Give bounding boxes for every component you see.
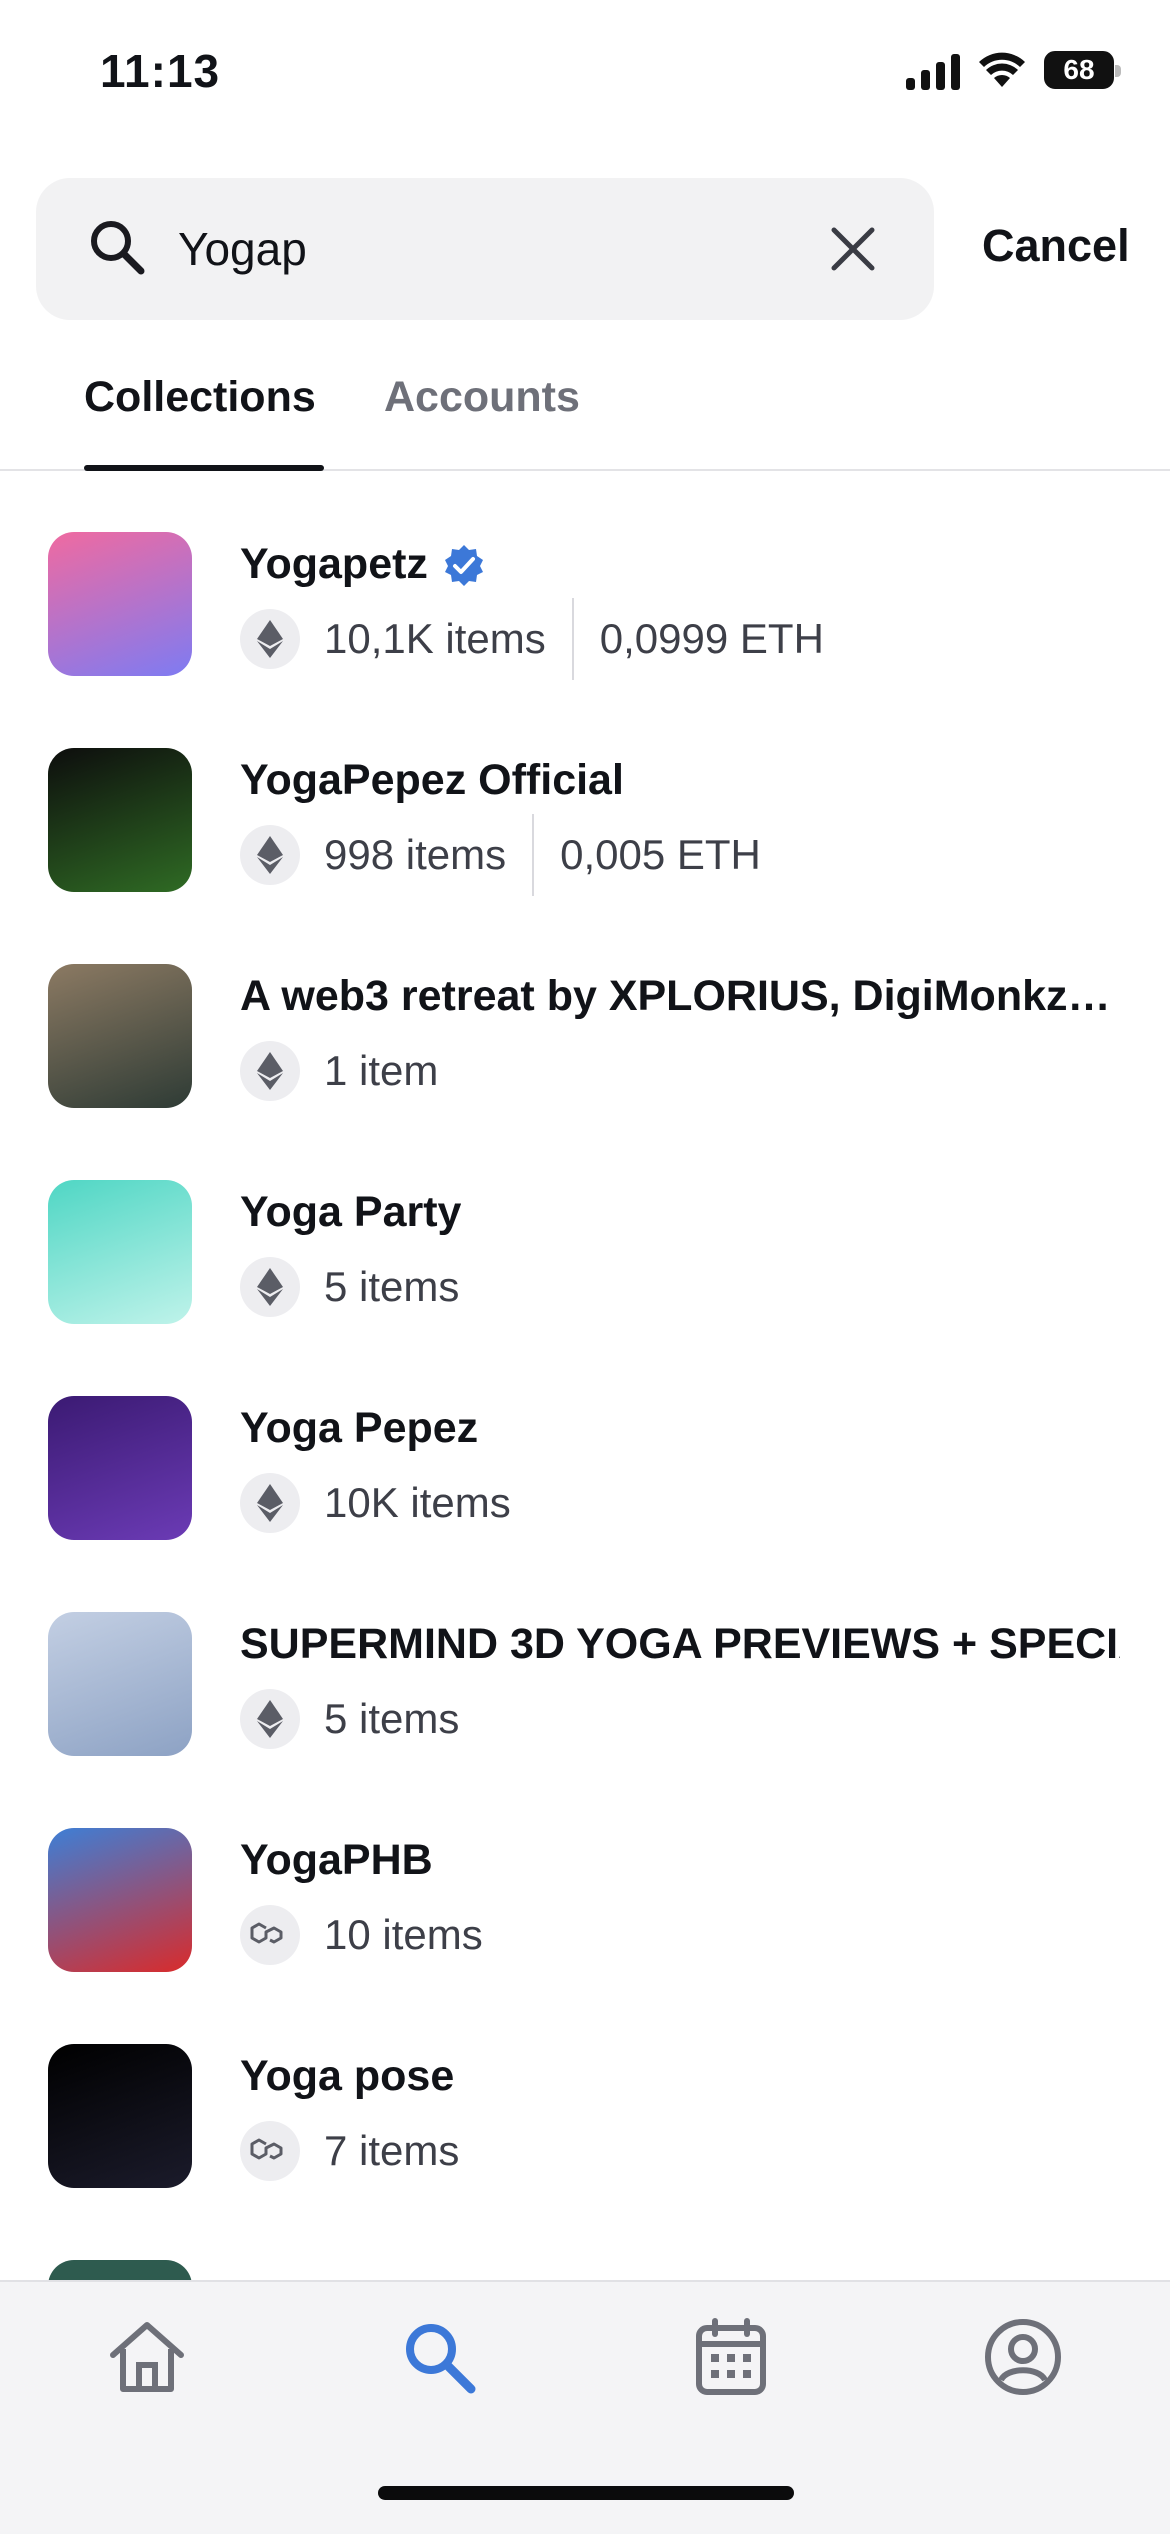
collection-meta: 998 items 0,005 ETH — [240, 814, 761, 896]
item-count: 10,1K items — [324, 615, 546, 662]
collection-result-row[interactable]: SUPERMIND 3D YOGA PREVIEWS + SPECIA… 5 it… — [0, 1550, 1170, 1766]
meta-divider — [571, 598, 574, 680]
collection-name-text: YogaPepez Official — [240, 756, 624, 804]
item-count: 5 items — [324, 1695, 460, 1742]
cancel-button[interactable]: Cancel — [982, 220, 1130, 272]
ethereum-chain-icon — [240, 825, 300, 885]
wifi-icon — [979, 52, 1025, 87]
home-indicator — [378, 2486, 794, 2500]
ethereum-chain-icon — [240, 609, 300, 669]
item-count: 10K items — [324, 1479, 511, 1526]
collection-avatar — [48, 1612, 192, 1756]
status-icons: 68 — [906, 50, 1121, 90]
collection-result-row[interactable]: A web3 retreat by XPLORIUS, DigiMonkz… 1 … — [0, 902, 1170, 1118]
profile-icon — [985, 2319, 1061, 2395]
status-time: 11:13 — [100, 45, 221, 97]
collection-name-text: YogaPHB — [240, 1836, 433, 1884]
collection-meta: 5 items — [240, 1254, 459, 1320]
nav-calendar[interactable] — [676, 2302, 786, 2412]
collection-avatar — [48, 1828, 192, 1972]
collection-name: Yoga Pepez — [240, 1404, 478, 1453]
collection-name: A web3 retreat by XPLORIUS, DigiMonkz… — [240, 972, 1111, 1021]
item-count: 1 item — [324, 1047, 439, 1094]
collection-avatar — [48, 964, 192, 1108]
meta-divider — [532, 814, 535, 896]
collection-result-row[interactable]: Yoga pose 7 items — [0, 1982, 1170, 2198]
tab-accounts[interactable]: Accounts — [384, 373, 580, 422]
collection-result-row[interactable]: YogaPHB 10 items — [0, 1766, 1170, 1982]
home-icon — [110, 2322, 184, 2392]
nav-home[interactable] — [92, 2302, 202, 2412]
collection-avatar — [48, 2044, 192, 2188]
calendar-icon — [696, 2318, 766, 2395]
collection-avatar — [48, 1180, 192, 1324]
search-input[interactable] — [178, 212, 818, 286]
collection-name: Yoga Party — [240, 1188, 461, 1237]
ethereum-chain-icon — [240, 1689, 300, 1749]
collection-avatar — [48, 1396, 192, 1540]
item-count: 5 items — [324, 1263, 460, 1310]
collection-result-row[interactable]: YogaPepez Official 998 items 0,005 ETH — [0, 686, 1170, 902]
ethereum-chain-icon — [240, 1041, 300, 1101]
ethereum-chain-icon — [240, 1473, 300, 1533]
floor-price: 0,0999 ETH — [599, 615, 824, 662]
nav-search[interactable] — [384, 2302, 494, 2412]
collection-name-text: Yoga Party — [240, 1188, 462, 1236]
collection-result-row[interactable]: Yogapetz 10,1K items 0,0999 ETH — [0, 470, 1170, 686]
result-tabs: Collections Accounts — [0, 355, 1170, 471]
search-icon — [406, 2324, 476, 2394]
collection-meta: 5 items — [240, 1686, 459, 1752]
collection-result-row[interactable]: Yoga Pepez 10K items — [0, 1334, 1170, 1550]
item-count: 7 items — [324, 2127, 460, 2174]
collection-name-text: Yogapetz — [240, 540, 428, 588]
polygon-chain-icon — [240, 1905, 300, 1965]
collection-name: Yogapetz — [240, 540, 486, 589]
collection-name: SUPERMIND 3D YOGA PREVIEWS + SPECIA… — [240, 1620, 1120, 1669]
collection-meta: 1 item — [240, 1038, 438, 1104]
collection-meta: 10K items — [240, 1470, 511, 1536]
collection-meta: 10 items — [240, 1902, 483, 1968]
collection-meta: 7 items — [240, 2118, 459, 2184]
clear-search-icon[interactable] — [828, 224, 878, 274]
cellular-signal-icon — [906, 50, 960, 90]
item-count: 10 items — [324, 1911, 483, 1958]
search-icon — [91, 221, 145, 275]
ethereum-chain-icon — [240, 1257, 300, 1317]
collection-name-text: Yoga pose — [240, 2052, 455, 2100]
collection-name-text: Yoga Pepez — [240, 1404, 479, 1452]
nav-profile[interactable] — [968, 2302, 1078, 2412]
verified-badge-icon — [442, 543, 486, 587]
status-bar: 11:13 68 — [0, 0, 1170, 150]
floor-price: 0,005 ETH — [560, 831, 761, 878]
collection-name: YogaPHB — [240, 1836, 433, 1885]
collection-name-text: A web3 retreat by XPLORIUS, DigiMonkz… — [240, 972, 1111, 1020]
collection-result-row[interactable]: Yoga Party 5 items — [0, 1118, 1170, 1334]
collection-name: Yoga pose — [240, 2052, 454, 2101]
polygon-chain-icon — [240, 2121, 300, 2181]
collection-avatar — [48, 532, 192, 676]
collection-avatar — [48, 748, 192, 892]
search-bar[interactable] — [36, 178, 934, 320]
collection-name-text: SUPERMIND 3D YOGA PREVIEWS + SPECIA… — [240, 1620, 1120, 1668]
item-count: 998 items — [324, 831, 507, 878]
collection-meta: 10,1K items 0,0999 ETH — [240, 598, 824, 680]
collection-name: YogaPepez Official — [240, 756, 624, 805]
tab-collections[interactable]: Collections — [84, 373, 316, 422]
battery-icon: 68 — [1044, 51, 1121, 89]
battery-level: 68 — [1063, 54, 1095, 85]
